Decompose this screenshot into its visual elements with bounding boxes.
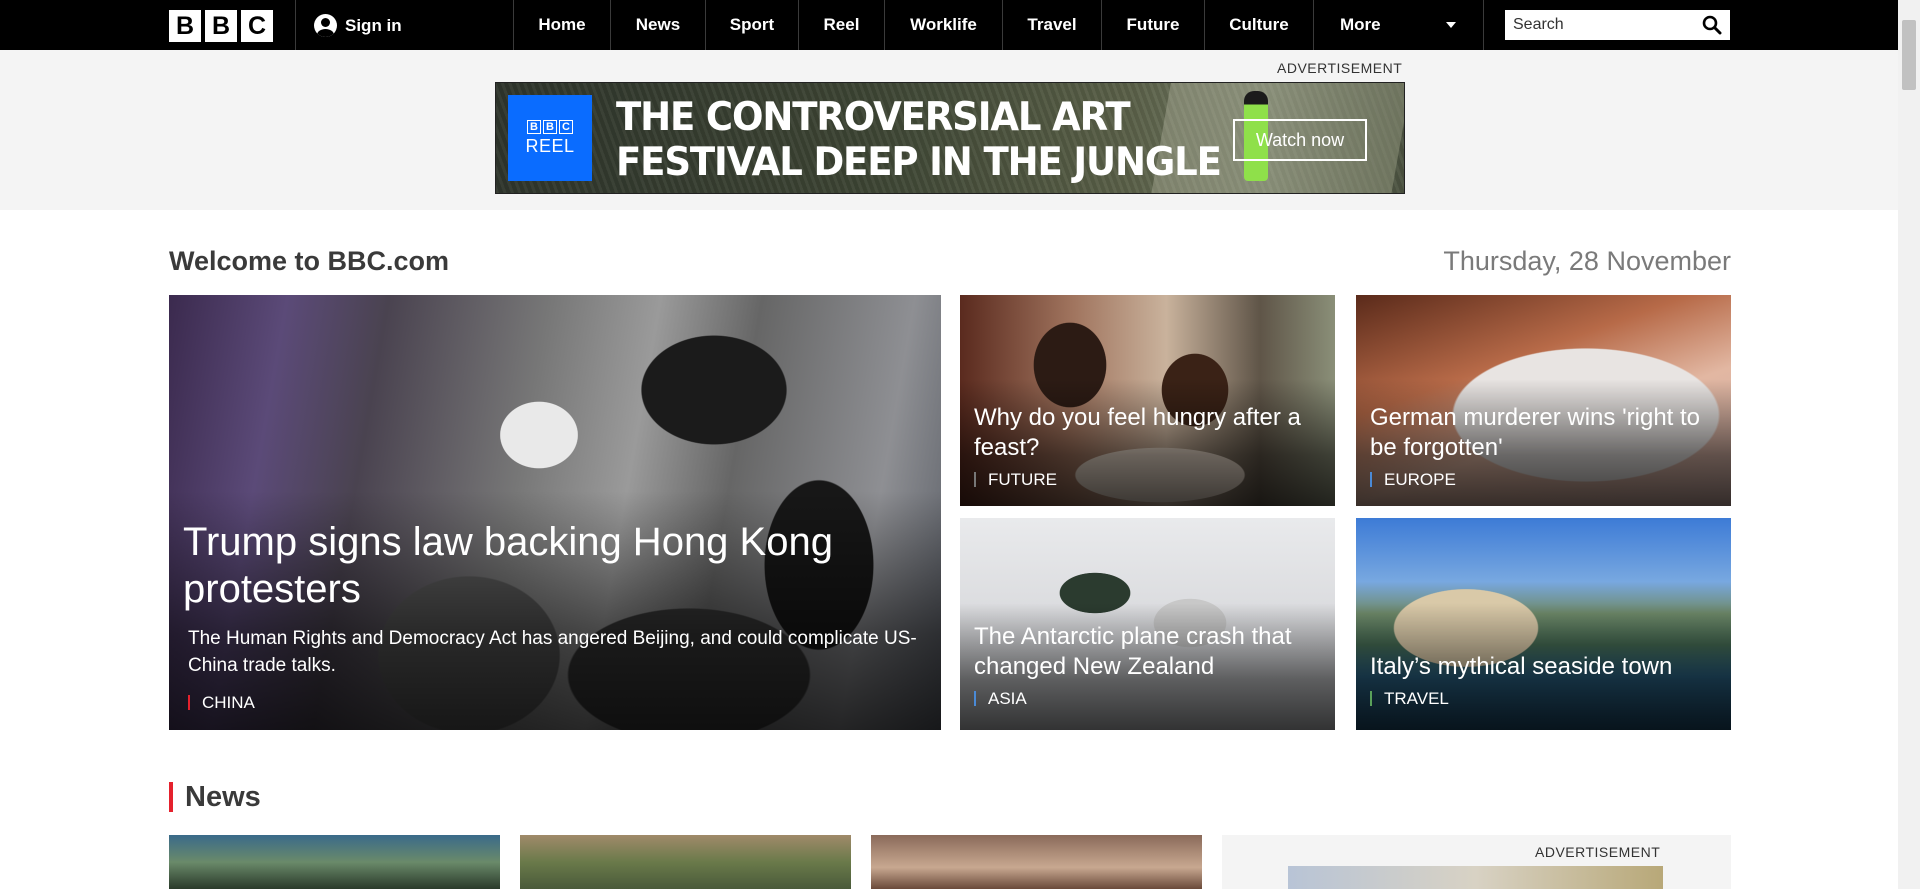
story-headline[interactable]: The Antarctic plane crash that changed N… [974,622,1321,682]
logo-letter: B [543,119,557,134]
advertisement-image[interactable] [1288,866,1663,889]
hero-headline[interactable]: Trump signs law backing Hong Kong protes… [183,519,881,613]
advertisement-label: ADVERTISEMENT [1277,60,1403,76]
nav-reel[interactable]: Reel [798,0,884,50]
advertisement-label: ADVERTISEMENT [1535,844,1661,860]
story-headline[interactable]: Why do you feel hungry after a feast? [974,403,1321,463]
story-card[interactable]: Why do you feel hungry after a feast? FU… [960,295,1335,506]
nav-sport[interactable]: Sport [705,0,798,50]
sign-in-label: Sign in [345,15,402,35]
news-section-heading[interactable]: News [169,782,261,812]
logo-letter: C [241,10,273,42]
news-story-thumbnail[interactable] [871,835,1202,889]
sign-in-button[interactable]: Sign in [314,14,402,37]
nav-travel[interactable]: Travel [1002,0,1101,50]
nav-culture[interactable]: Culture [1204,0,1313,50]
story-card[interactable]: Italy’s mythical seaside town TRAVEL [1356,518,1731,730]
section-tag[interactable]: EUROPE [1370,471,1456,488]
top-navigation-bar: B B C Sign in Home News Sport Reel Workl… [0,0,1898,50]
hero-story[interactable]: Trump signs law backing Hong Kong protes… [169,295,941,730]
logo-letter: B [169,10,201,42]
current-date: Thursday, 28 November [1443,246,1731,276]
bbc-reel-ad-banner[interactable]: B B C REEL THE CONTROVERSIAL ART FESTIVA… [495,82,1405,194]
logo-letter: C [559,119,573,134]
nav-future[interactable]: Future [1101,0,1204,50]
news-story-thumbnail[interactable] [169,835,500,889]
story-headline[interactable]: German murderer wins 'right to be forgot… [1370,403,1717,463]
search-input[interactable] [1505,16,1695,34]
story-headline[interactable]: Italy’s mythical seaside town [1370,652,1717,682]
search-box [1505,10,1730,40]
nav-home[interactable]: Home [513,0,610,50]
section-tag[interactable]: FUTURE [974,471,1057,488]
ad-headline-line: FESTIVAL DEEP IN THE JUNGLE [616,140,1222,185]
nav-divider [1483,0,1484,50]
user-icon [314,14,337,37]
nav-news[interactable]: News [610,0,705,50]
scrollbar-thumb[interactable] [1902,20,1916,90]
section-tag[interactable]: ASIA [974,690,1027,707]
section-tag[interactable]: TRAVEL [1370,690,1449,707]
search-icon[interactable] [1702,15,1722,35]
news-story-thumbnail[interactable] [520,835,851,889]
logo-letter: B [205,10,237,42]
bbc-logo[interactable]: B B C [169,10,273,42]
logo-letter: B [527,119,541,134]
nav-worklife[interactable]: Worklife [884,0,1002,50]
section-tag[interactable]: CHINA [188,694,255,711]
nav-more[interactable]: More [1313,0,1483,50]
story-card[interactable]: German murderer wins 'right to be forgot… [1356,295,1731,506]
bbc-reel-logo: B B C REEL [508,95,592,181]
page-title: Welcome to BBC.com [169,246,450,276]
reel-label: REEL [525,135,575,156]
watch-now-button[interactable]: Watch now [1233,119,1367,161]
story-card[interactable]: The Antarctic plane crash that changed N… [960,518,1335,730]
ad-headline-line: THE CONTROVERSIAL ART [616,95,1131,140]
nav-divider [295,0,296,50]
chevron-down-icon[interactable] [1446,22,1456,28]
hero-summary: The Human Rights and Democracy Act has a… [188,628,917,676]
vertical-scrollbar[interactable] [1898,0,1920,889]
ad-headline: THE CONTROVERSIAL ART FESTIVAL DEEP IN T… [616,95,1222,185]
